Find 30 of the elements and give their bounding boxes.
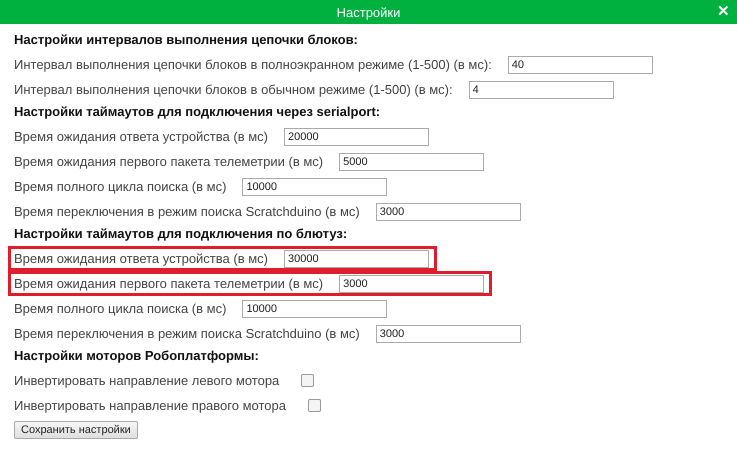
- field-label: Интервал выполнения цепочки блоков в полноэкранном режиме (1-500) (в мс):: [14, 57, 492, 72]
- checkbox[interactable]: [301, 374, 314, 387]
- field-label: Время переключения в режим поиска Scratchduino (в мс): [14, 326, 360, 341]
- checkbox-label: Инвертировать направление левого мотора: [14, 373, 280, 388]
- field-label: Время ожидания первого пакета телеметрии (в мс): [14, 276, 324, 291]
- checkbox[interactable]: [308, 399, 321, 412]
- field-label: Время переключения в режим поиска Scratchduino (в мс): [14, 204, 360, 219]
- input-field[interactable]: 20000: [284, 128, 429, 146]
- section-heading: Настройки таймаутов для подключения по блютуз:: [14, 225, 348, 243]
- field-label: Интервал выполнения цепочки блоков в обычном режиме (1-500) (в мс):: [14, 82, 453, 97]
- input-field[interactable]: 40: [508, 56, 653, 74]
- input-field[interactable]: 4: [468, 80, 614, 98]
- checkbox-label: Инвертировать направление правого мотора: [14, 398, 286, 413]
- input-field[interactable]: 3000: [376, 202, 521, 220]
- save-button[interactable]: Сохранить настройки: [14, 421, 138, 439]
- input-field[interactable]: 10000: [242, 178, 388, 196]
- field-label: Время ожидания первого пакета телеметрии (в мс): [14, 154, 324, 169]
- section-heading: Настройки таймаутов для подключения через serialport:: [14, 103, 380, 121]
- input-field[interactable]: 5000: [339, 152, 484, 170]
- window-title: Настройки: [336, 4, 400, 20]
- input-field[interactable]: 3000: [376, 324, 521, 342]
- input-field[interactable]: 30000: [284, 250, 429, 268]
- field-label: Время ожидания ответа устройства (в мс): [14, 129, 268, 144]
- input-field[interactable]: 3000: [339, 274, 484, 292]
- field-label: Время полного цикла поиска (в мс): [14, 301, 226, 316]
- input-field[interactable]: 10000: [242, 300, 388, 318]
- field-label: Время полного цикла поиска (в мс): [14, 179, 226, 194]
- section-heading: Настройки моторов Робоплатформы:: [14, 347, 259, 365]
- field-label: Время ожидания ответа устройства (в мс): [14, 251, 268, 266]
- section-heading: Настройки интервалов выполнения цепочки блоков:: [14, 31, 358, 49]
